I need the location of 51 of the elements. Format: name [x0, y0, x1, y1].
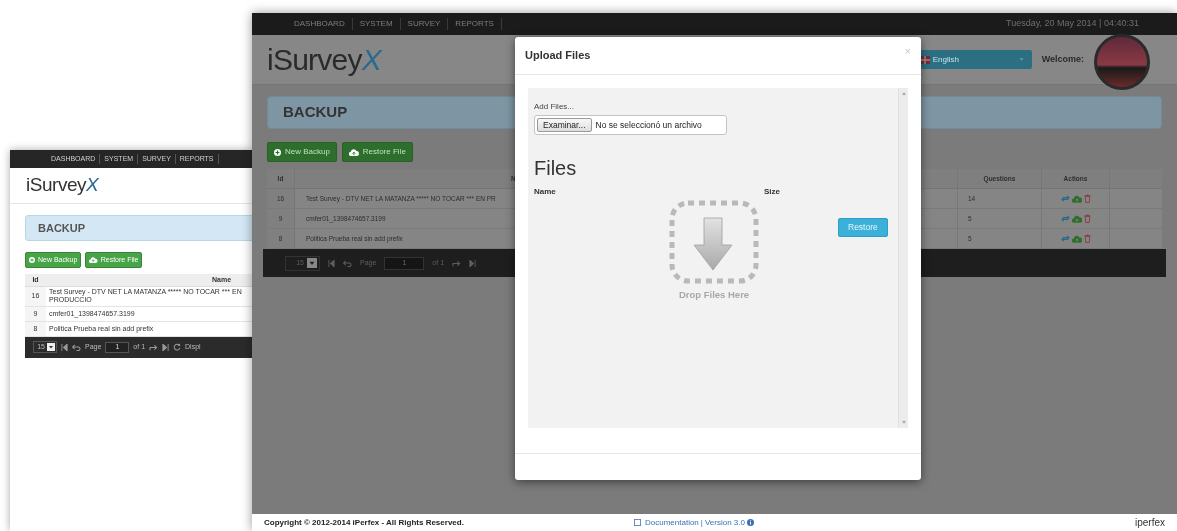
plus-circle-icon — [274, 148, 281, 156]
plus-circle-icon — [29, 257, 35, 263]
last-page-icon[interactable] — [162, 343, 170, 351]
trash-icon[interactable] — [1083, 194, 1091, 203]
column-header: Size — [764, 186, 780, 198]
button[interactable]: Restore File — [341, 142, 413, 162]
document-icon — [634, 519, 641, 526]
trash-icon[interactable] — [1083, 234, 1091, 243]
previous-page-icon[interactable] — [343, 259, 352, 267]
dropdown-icon — [47, 343, 55, 352]
next-page-icon[interactable] — [452, 259, 462, 267]
cloud-upload-icon — [89, 257, 98, 263]
dialog-title: Upload Files — [525, 48, 591, 64]
column-header: Name — [534, 186, 557, 198]
button[interactable]: New Backup — [267, 142, 337, 162]
avatar — [1094, 33, 1150, 90]
page-title: BACKUP — [25, 215, 253, 241]
separator: | — [700, 516, 703, 529]
info-icon — [746, 519, 754, 526]
nav-link[interactable]: DASHBOARD — [287, 18, 353, 30]
logo: iSurveyX — [26, 173, 99, 198]
cloud-upload-icon[interactable] — [1071, 234, 1082, 243]
previous-page-icon[interactable] — [72, 343, 81, 351]
scroll-down-icon[interactable] — [901, 421, 906, 424]
copyright-text: Copyright © 2012-2014 iPerfex - All Rights Reserved. — [264, 516, 465, 529]
scrollbar[interactable] — [898, 88, 908, 428]
date-time: Tuesday, 20 May 2014 | 04:40:31 — [1006, 17, 1139, 31]
field-label: Add Files... — [534, 101, 575, 113]
first-page-icon[interactable] — [61, 343, 68, 351]
language-select[interactable]: English — [919, 50, 1032, 69]
next-page-icon[interactable] — [149, 343, 159, 351]
cloud-upload-icon — [348, 148, 359, 156]
drop-zone-icon — [669, 200, 759, 284]
documentation-link[interactable]: Documentation — [645, 516, 699, 529]
drop-hint: Drop Files Here — [678, 288, 750, 302]
nav-link[interactable]: SYSTEM — [352, 18, 401, 30]
file-input[interactable]: Examinar... No se seleccionó un archivo — [534, 115, 727, 135]
last-page-icon[interactable] — [469, 259, 477, 267]
dropdown-icon — [307, 258, 317, 268]
first-page-icon[interactable] — [328, 259, 335, 267]
nav-link[interactable]: SURVEY — [400, 18, 449, 30]
caret-icon — [1018, 58, 1024, 61]
brand-logo: iperfex — [1135, 516, 1165, 530]
version-link[interactable]: Version 3.0 — [704, 516, 745, 529]
cloud-upload-icon[interactable] — [1071, 214, 1082, 223]
refresh-icon[interactable] — [173, 343, 182, 352]
cloud-upload-icon[interactable] — [1071, 194, 1082, 203]
welcome-text: Welcome: — [1041, 52, 1084, 66]
logo: iSurveyX — [267, 42, 382, 78]
trash-icon[interactable] — [1083, 214, 1091, 223]
nav-link[interactable]: REPORTS — [448, 18, 502, 30]
